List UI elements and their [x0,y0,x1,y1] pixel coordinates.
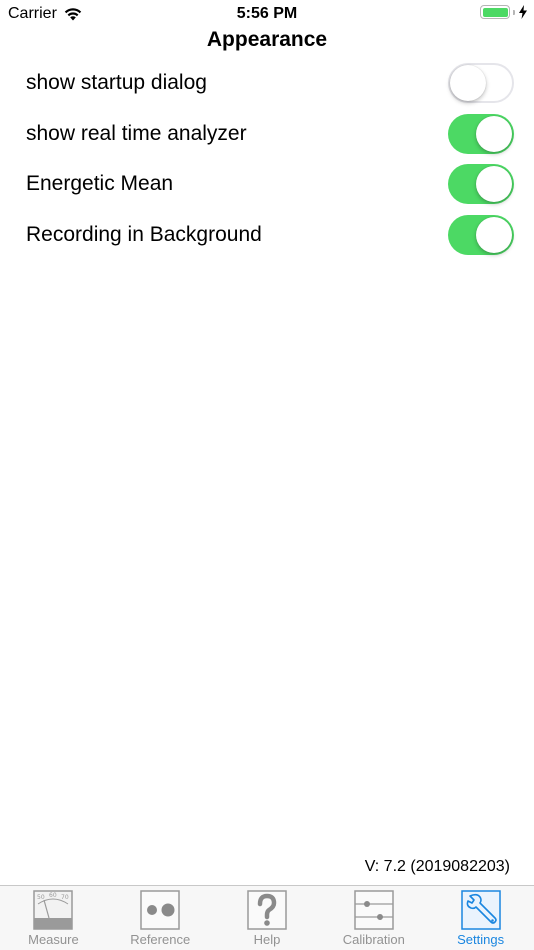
setting-row-energetic-mean: Energetic Mean [0,159,534,210]
tab-measure[interactable]: 50 60 70 Measure [0,886,107,950]
toggle-knob [476,115,512,152]
setting-label: Energetic Mean [26,172,174,196]
setting-row-real-time-analyzer: show real time analyzer [0,109,534,160]
battery-icon [480,5,510,19]
tab-reference[interactable]: Reference [107,886,214,950]
recording-background-toggle[interactable] [448,214,514,255]
two-dots-icon [140,890,180,930]
meter-gauge-icon: 50 60 70 [33,890,74,930]
toggle-knob [476,166,512,203]
tab-help[interactable]: Help [214,886,321,950]
tab-label: Calibration [342,932,405,947]
clock: 5:56 PM [236,5,298,22]
setting-label: show startup dialog [26,71,207,95]
setting-label: show real time analyzer [26,121,247,145]
charging-bolt-icon [519,5,527,19]
app-screen: Carrier 5:56 PM Appearance show startup … [0,0,534,950]
settings-list: show startup dialog show real time analy… [0,58,534,260]
setting-label: Recording in Background [26,222,262,246]
battery-level [482,7,508,17]
tab-settings[interactable]: Settings [427,886,534,950]
tab-label: Measure [28,932,79,947]
wrench-icon [460,890,501,930]
version-label: V: 7.2 (2019082203) [364,858,510,875]
page-title: Appearance [206,28,328,51]
setting-row-recording-background: Recording in Background [0,210,534,261]
question-mark-icon [247,890,287,930]
startup-dialog-toggle[interactable] [448,63,514,104]
tab-bar: 50 60 70 Measure Reference Help Calibrat… [0,885,534,950]
tab-label: Reference [130,932,191,947]
toggle-knob [450,65,486,102]
battery-indicator [480,5,528,19]
gauge-scale-label: 70 [61,894,69,901]
tab-label: Help [253,932,281,947]
real-time-analyzer-toggle[interactable] [448,113,514,154]
tab-label: Settings [457,932,505,947]
tab-calibration[interactable]: Calibration [320,886,427,950]
gauge-scale-label: 60 [49,892,57,899]
status-bar: Carrier 5:56 PM [0,0,534,28]
gauge-scale-label: 50 [37,894,45,901]
setting-row-startup-dialog: show startup dialog [0,58,534,109]
sliders-icon [354,890,394,930]
toggle-knob [476,216,512,253]
battery-tip [513,9,515,15]
energetic-mean-toggle[interactable] [448,164,514,205]
